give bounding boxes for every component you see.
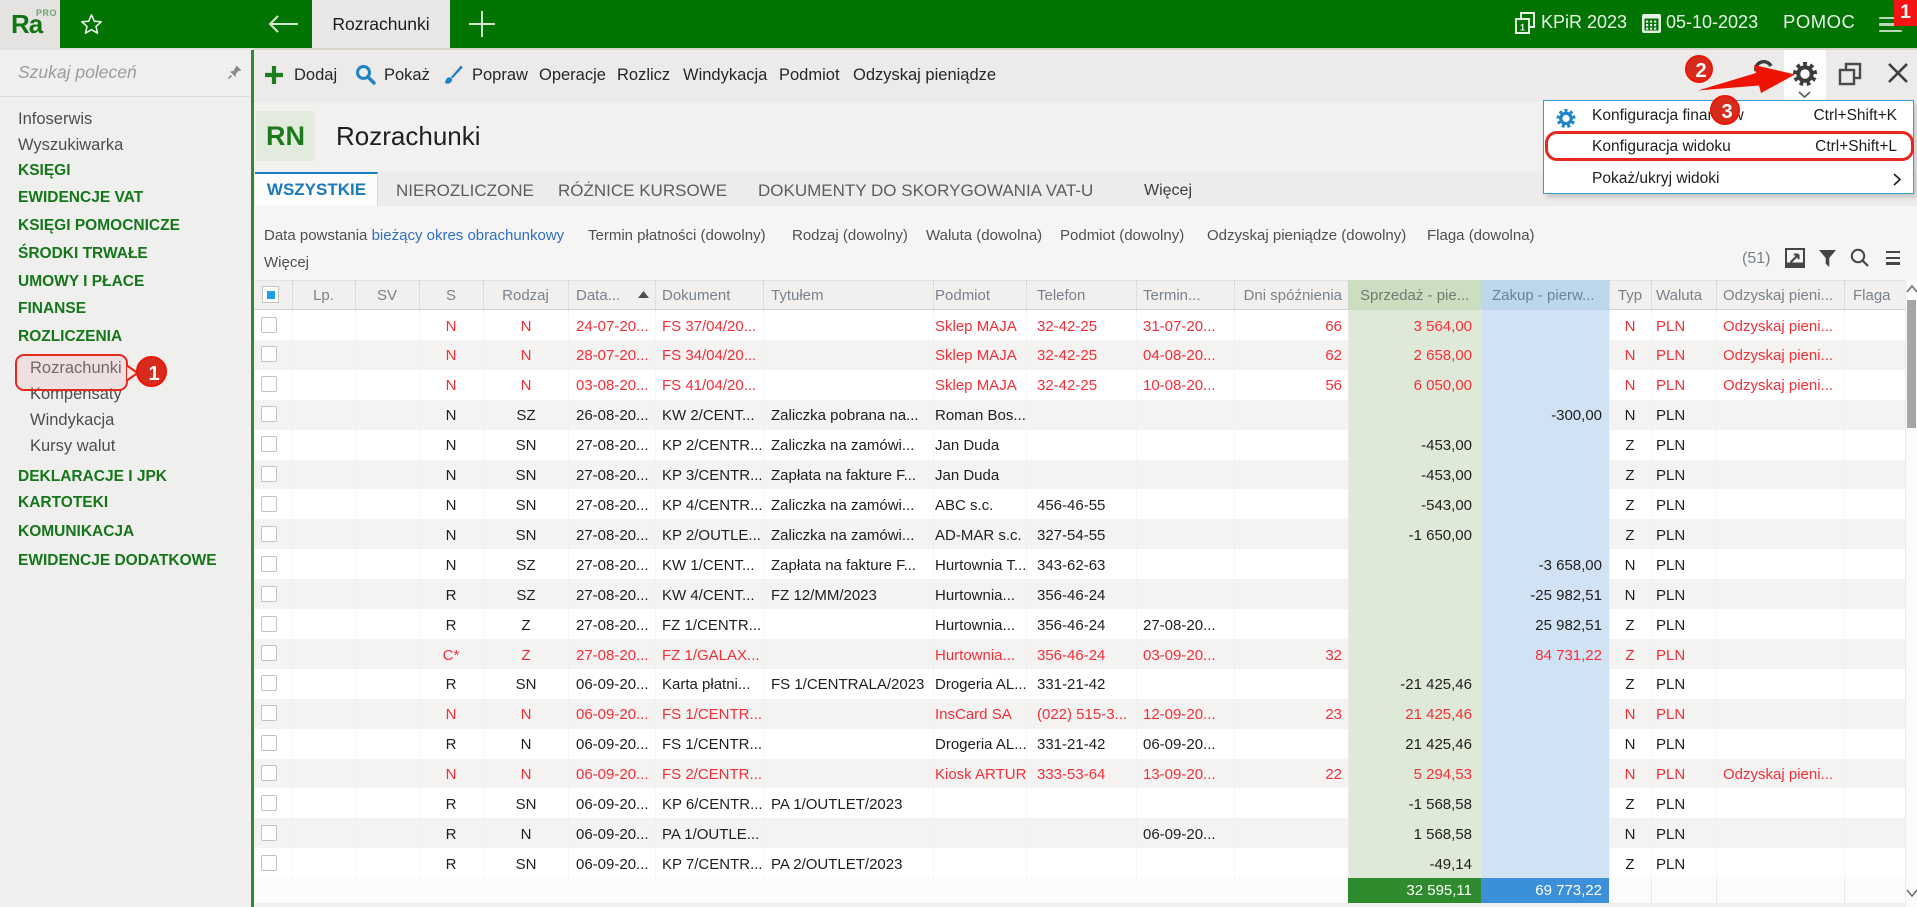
svg-text:1: 1 — [1520, 23, 1525, 33]
